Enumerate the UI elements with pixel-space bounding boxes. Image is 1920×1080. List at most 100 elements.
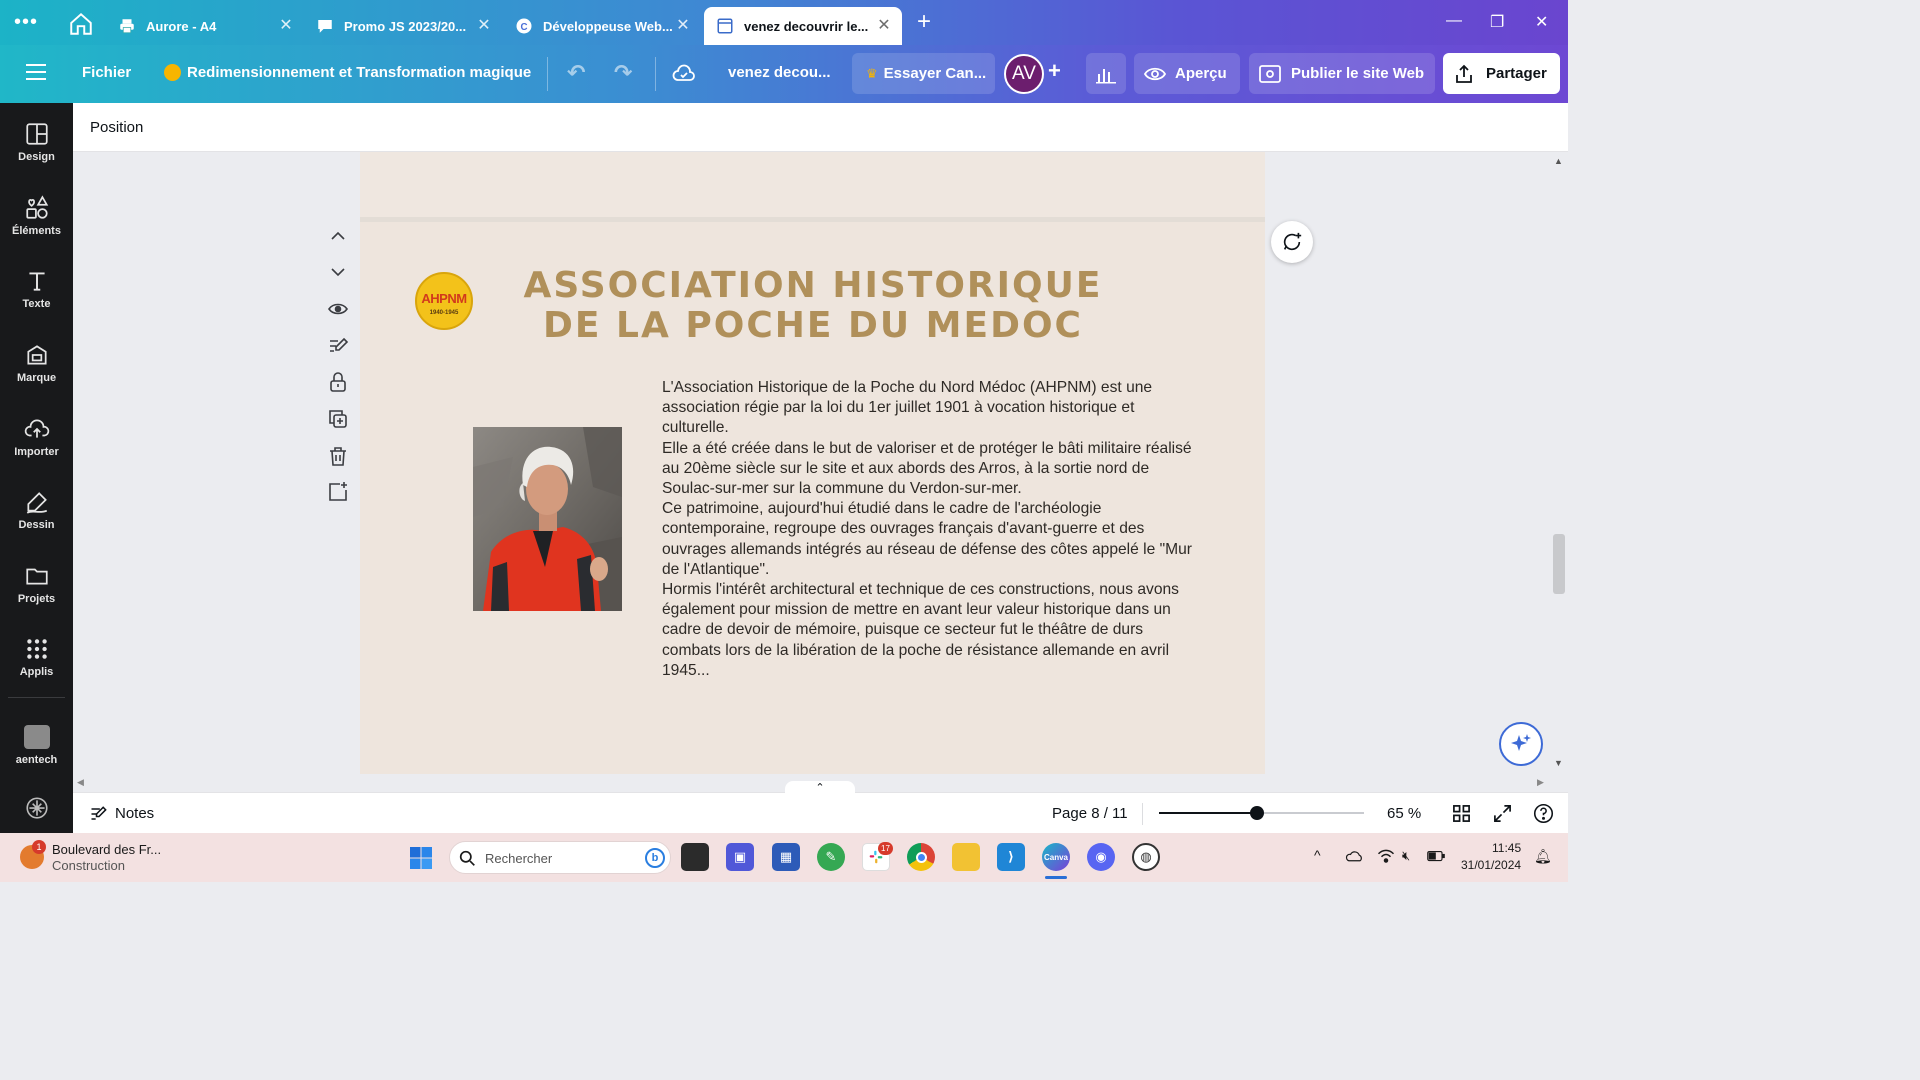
sidebar-item-draw[interactable]: Dessin: [0, 481, 73, 547]
share-button[interactable]: Partager: [1443, 53, 1560, 94]
sidebar-item-brand[interactable]: Marque: [0, 334, 73, 400]
battery-icon[interactable]: [1427, 850, 1445, 862]
add-page-icon[interactable]: [326, 480, 350, 504]
notes-button[interactable]: Notes: [115, 805, 154, 822]
add-collaborator-icon[interactable]: +: [1048, 58, 1061, 84]
printer-icon: [118, 17, 136, 35]
position-button[interactable]: Position: [90, 119, 143, 136]
sidebar-item-label: Projets: [17, 593, 56, 605]
undo-icon[interactable]: ↶: [567, 60, 585, 86]
sidebar-item-text[interactable]: Texte: [0, 260, 73, 326]
scroll-down-icon[interactable]: ▼: [1554, 758, 1563, 768]
resize-magic-button[interactable]: Redimensionnement et Transformation magi…: [164, 64, 531, 81]
store-icon[interactable]: ▦: [772, 843, 800, 871]
preview-button[interactable]: Aperçu: [1134, 53, 1240, 94]
zoom-slider-handle[interactable]: [1250, 806, 1265, 820]
scroll-right-icon[interactable]: ▶: [1537, 777, 1544, 788]
file-menu[interactable]: Fichier: [82, 64, 131, 81]
hamburger-menu-icon[interactable]: [26, 64, 46, 80]
scroll-left-icon[interactable]: ◀: [77, 777, 84, 788]
sidebar-item-apps[interactable]: Applis: [0, 628, 73, 694]
zoom-level[interactable]: 65 %: [1387, 805, 1421, 822]
page-indicator[interactable]: Page 8 / 11: [1052, 805, 1128, 822]
duplicate-icon[interactable]: [326, 407, 350, 431]
more-options-icon[interactable]: •••: [14, 12, 44, 36]
taskbar-search[interactable]: Rechercher b: [449, 841, 671, 874]
divider: [655, 57, 656, 91]
publish-website-button[interactable]: Publier le site Web: [1249, 53, 1435, 94]
help-icon[interactable]: [1533, 803, 1554, 824]
sidebar-item-aentech[interactable]: aentech: [0, 715, 73, 781]
divider: [8, 697, 65, 698]
wifi-icon[interactable]: [1377, 848, 1395, 864]
move-down-icon[interactable]: [326, 260, 350, 284]
portrait-photo[interactable]: [473, 427, 622, 611]
tab-venez-decouvrir[interactable]: venez decouvrir le... ✕: [704, 7, 902, 45]
cloud-saved-icon[interactable]: [672, 62, 696, 84]
sidebar-item-design[interactable]: Design: [0, 113, 73, 179]
task-view-icon[interactable]: [681, 843, 709, 871]
evernote-icon[interactable]: ✎: [817, 843, 845, 871]
file-explorer-icon[interactable]: [952, 843, 980, 871]
move-up-icon[interactable]: [326, 224, 350, 248]
minimize-icon[interactable]: —: [1446, 12, 1462, 30]
trash-icon[interactable]: [326, 444, 350, 468]
left-sidebar: Design Éléments Texte Marque Importer De…: [0, 103, 73, 833]
sidebar-item-elements[interactable]: Éléments: [0, 187, 73, 253]
close-tab-icon[interactable]: ✕: [876, 18, 892, 34]
previous-section[interactable]: [360, 152, 1265, 217]
lock-icon[interactable]: [326, 370, 350, 394]
analytics-button[interactable]: [1086, 53, 1126, 94]
divider: [547, 57, 548, 91]
clock-time[interactable]: 11:45: [1492, 841, 1521, 855]
edit-notes-icon[interactable]: [326, 334, 350, 358]
document-title[interactable]: venez decou...: [728, 64, 831, 81]
magic-assistant-button[interactable]: [1499, 722, 1543, 766]
vertical-scrollbar[interactable]: ▲ ▼: [1550, 152, 1568, 774]
close-window-icon[interactable]: ✕: [1535, 12, 1548, 32]
page-heading[interactable]: ASSOCIATION HISTORIQUE DE LA POCHE DU ME…: [473, 266, 1153, 346]
crown-icon: ♛: [866, 65, 878, 81]
close-tab-icon[interactable]: ✕: [476, 18, 492, 34]
eye-visibility-icon[interactable]: [326, 297, 350, 321]
canva-app-icon[interactable]: Canva: [1042, 843, 1070, 871]
redo-icon[interactable]: ↷: [614, 60, 632, 86]
scrollbar-thumb[interactable]: [1553, 534, 1565, 594]
windows-start-icon[interactable]: [409, 846, 433, 870]
chrome-icon[interactable]: [907, 843, 935, 871]
fullscreen-icon[interactable]: [1493, 804, 1512, 823]
scroll-up-icon[interactable]: ▲: [1554, 156, 1563, 166]
close-tab-icon[interactable]: ✕: [278, 18, 294, 34]
vscode-icon[interactable]: ⟩: [997, 843, 1025, 871]
add-comment-button[interactable]: [1271, 221, 1313, 263]
zoom-slider[interactable]: [1159, 806, 1364, 820]
show-hidden-icons[interactable]: ^: [1314, 847, 1321, 863]
portrait-image: [473, 427, 622, 611]
teams-icon[interactable]: ▣: [726, 843, 754, 871]
collapse-pages-icon[interactable]: ⌃: [785, 781, 855, 795]
association-description[interactable]: L'Association Historique de la Poche du …: [662, 378, 1197, 681]
sidebar-item-label: aentech: [15, 754, 58, 766]
notification-title[interactable]: Boulevard des Fr...: [52, 842, 161, 857]
tab-aurore[interactable]: Aurore - A4 ✕: [118, 7, 294, 45]
discord-icon[interactable]: ◉: [1087, 843, 1115, 871]
new-tab-icon[interactable]: +: [917, 10, 931, 34]
sidebar-item-upload[interactable]: Importer: [0, 408, 73, 474]
clock-date[interactable]: 31/01/2024: [1461, 858, 1521, 872]
bing-icon[interactable]: b: [645, 848, 665, 868]
volume-muted-icon[interactable]: 🔇︎: [1402, 848, 1410, 864]
try-pro-button[interactable]: ♛ Essayer Can...: [852, 53, 995, 94]
notifications-bell-icon[interactable]: 🔔︎: [1534, 848, 1552, 865]
tab-developpeuse[interactable]: C Développeuse Web... ✕: [515, 7, 691, 45]
github-desktop-icon[interactable]: ◍: [1132, 843, 1160, 871]
draw-icon: [26, 492, 47, 514]
tab-promo-js[interactable]: Promo JS 2023/20... ✕: [316, 7, 492, 45]
canvas-area: AHPNM 1940-1945 ASSOCIATION HISTORIQUE D…: [73, 152, 1550, 774]
sidebar-item-projects[interactable]: Projets: [0, 555, 73, 621]
home-icon[interactable]: [68, 11, 94, 37]
restore-icon[interactable]: ❐: [1490, 12, 1504, 32]
close-tab-icon[interactable]: ✕: [675, 18, 691, 34]
onedrive-icon[interactable]: [1345, 849, 1364, 863]
avatar[interactable]: AV: [1004, 54, 1044, 94]
grid-view-icon[interactable]: [1452, 804, 1471, 823]
